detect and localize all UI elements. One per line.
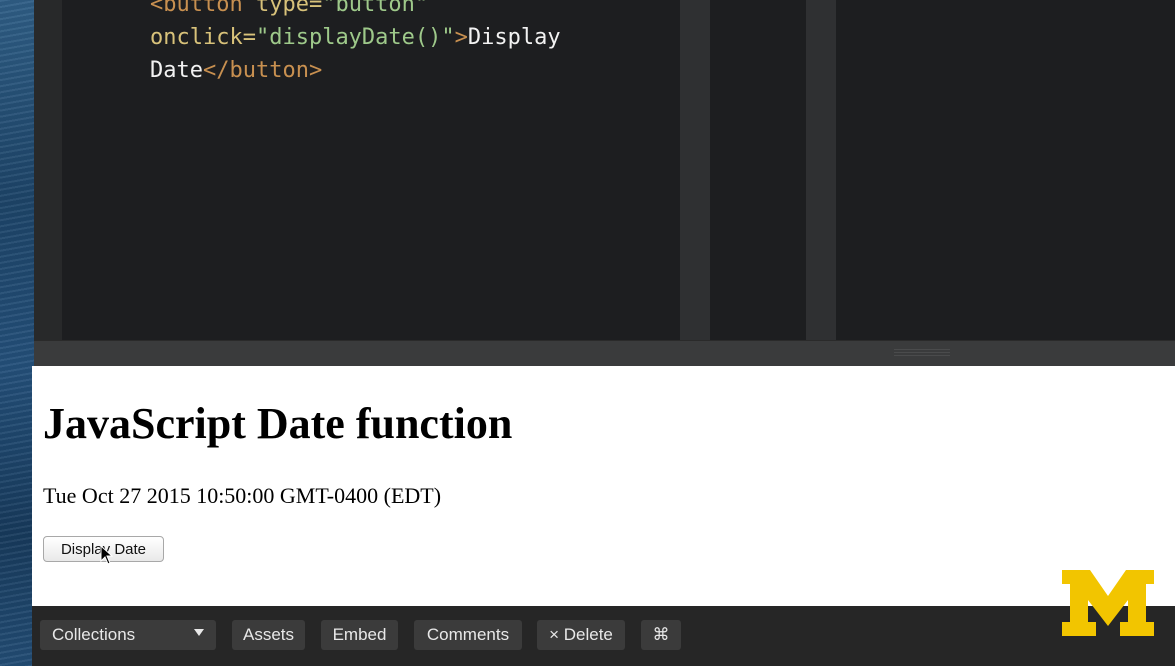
editor-gutter [34, 0, 62, 340]
bottom-toolbar: Collections Assets Embed Comments × Dele… [32, 606, 1175, 666]
code-text-date: Date [150, 58, 203, 83]
middle-pane [710, 0, 806, 340]
university-logo-icon [1062, 570, 1154, 636]
caret-down-icon [194, 629, 204, 636]
pane-divider[interactable] [806, 0, 836, 340]
panel-splitter[interactable] [34, 340, 1175, 366]
assets-button[interactable]: Assets [232, 620, 305, 650]
desktop-wallpaper [0, 0, 34, 666]
code-text-display: Display [467, 25, 561, 50]
code-tag-end: </button> [202, 58, 323, 83]
date-output-text: Tue Oct 27 2015 10:50:00 GMT-0400 (EDT) [43, 483, 442, 508]
code-attr-onclick: onclick= [150, 25, 256, 50]
right-pane [836, 0, 1175, 340]
code-tag-open: <button [150, 0, 243, 17]
page-heading: JavaScript Date function [43, 399, 513, 448]
code-attr-type: type= [242, 0, 323, 17]
code-str-onclick: "displayDate()" [255, 25, 455, 50]
command-icon[interactable]: ⌘ [641, 620, 681, 650]
collections-dropdown[interactable]: Collections [40, 620, 216, 650]
comments-button[interactable]: Comments [414, 620, 522, 650]
code-editor: <button type="button" onclick="displayDa… [34, 0, 1175, 340]
code-text: <button type="button" onclick="displayDa… [150, 0, 561, 87]
embed-button[interactable]: Embed [321, 620, 398, 650]
collections-label: Collections [52, 625, 136, 644]
code-pane[interactable]: <button type="button" onclick="displayDa… [62, 0, 680, 340]
preview-pane: JavaScript Date function Tue Oct 27 2015… [32, 366, 1175, 606]
delete-button[interactable]: × Delete [537, 620, 625, 650]
pane-divider[interactable] [680, 0, 710, 340]
splitter-grip-icon[interactable] [894, 349, 950, 357]
code-tag-close: > [454, 25, 468, 50]
mouse-pointer-icon [100, 545, 114, 565]
code-str-button: "button" [322, 0, 429, 17]
